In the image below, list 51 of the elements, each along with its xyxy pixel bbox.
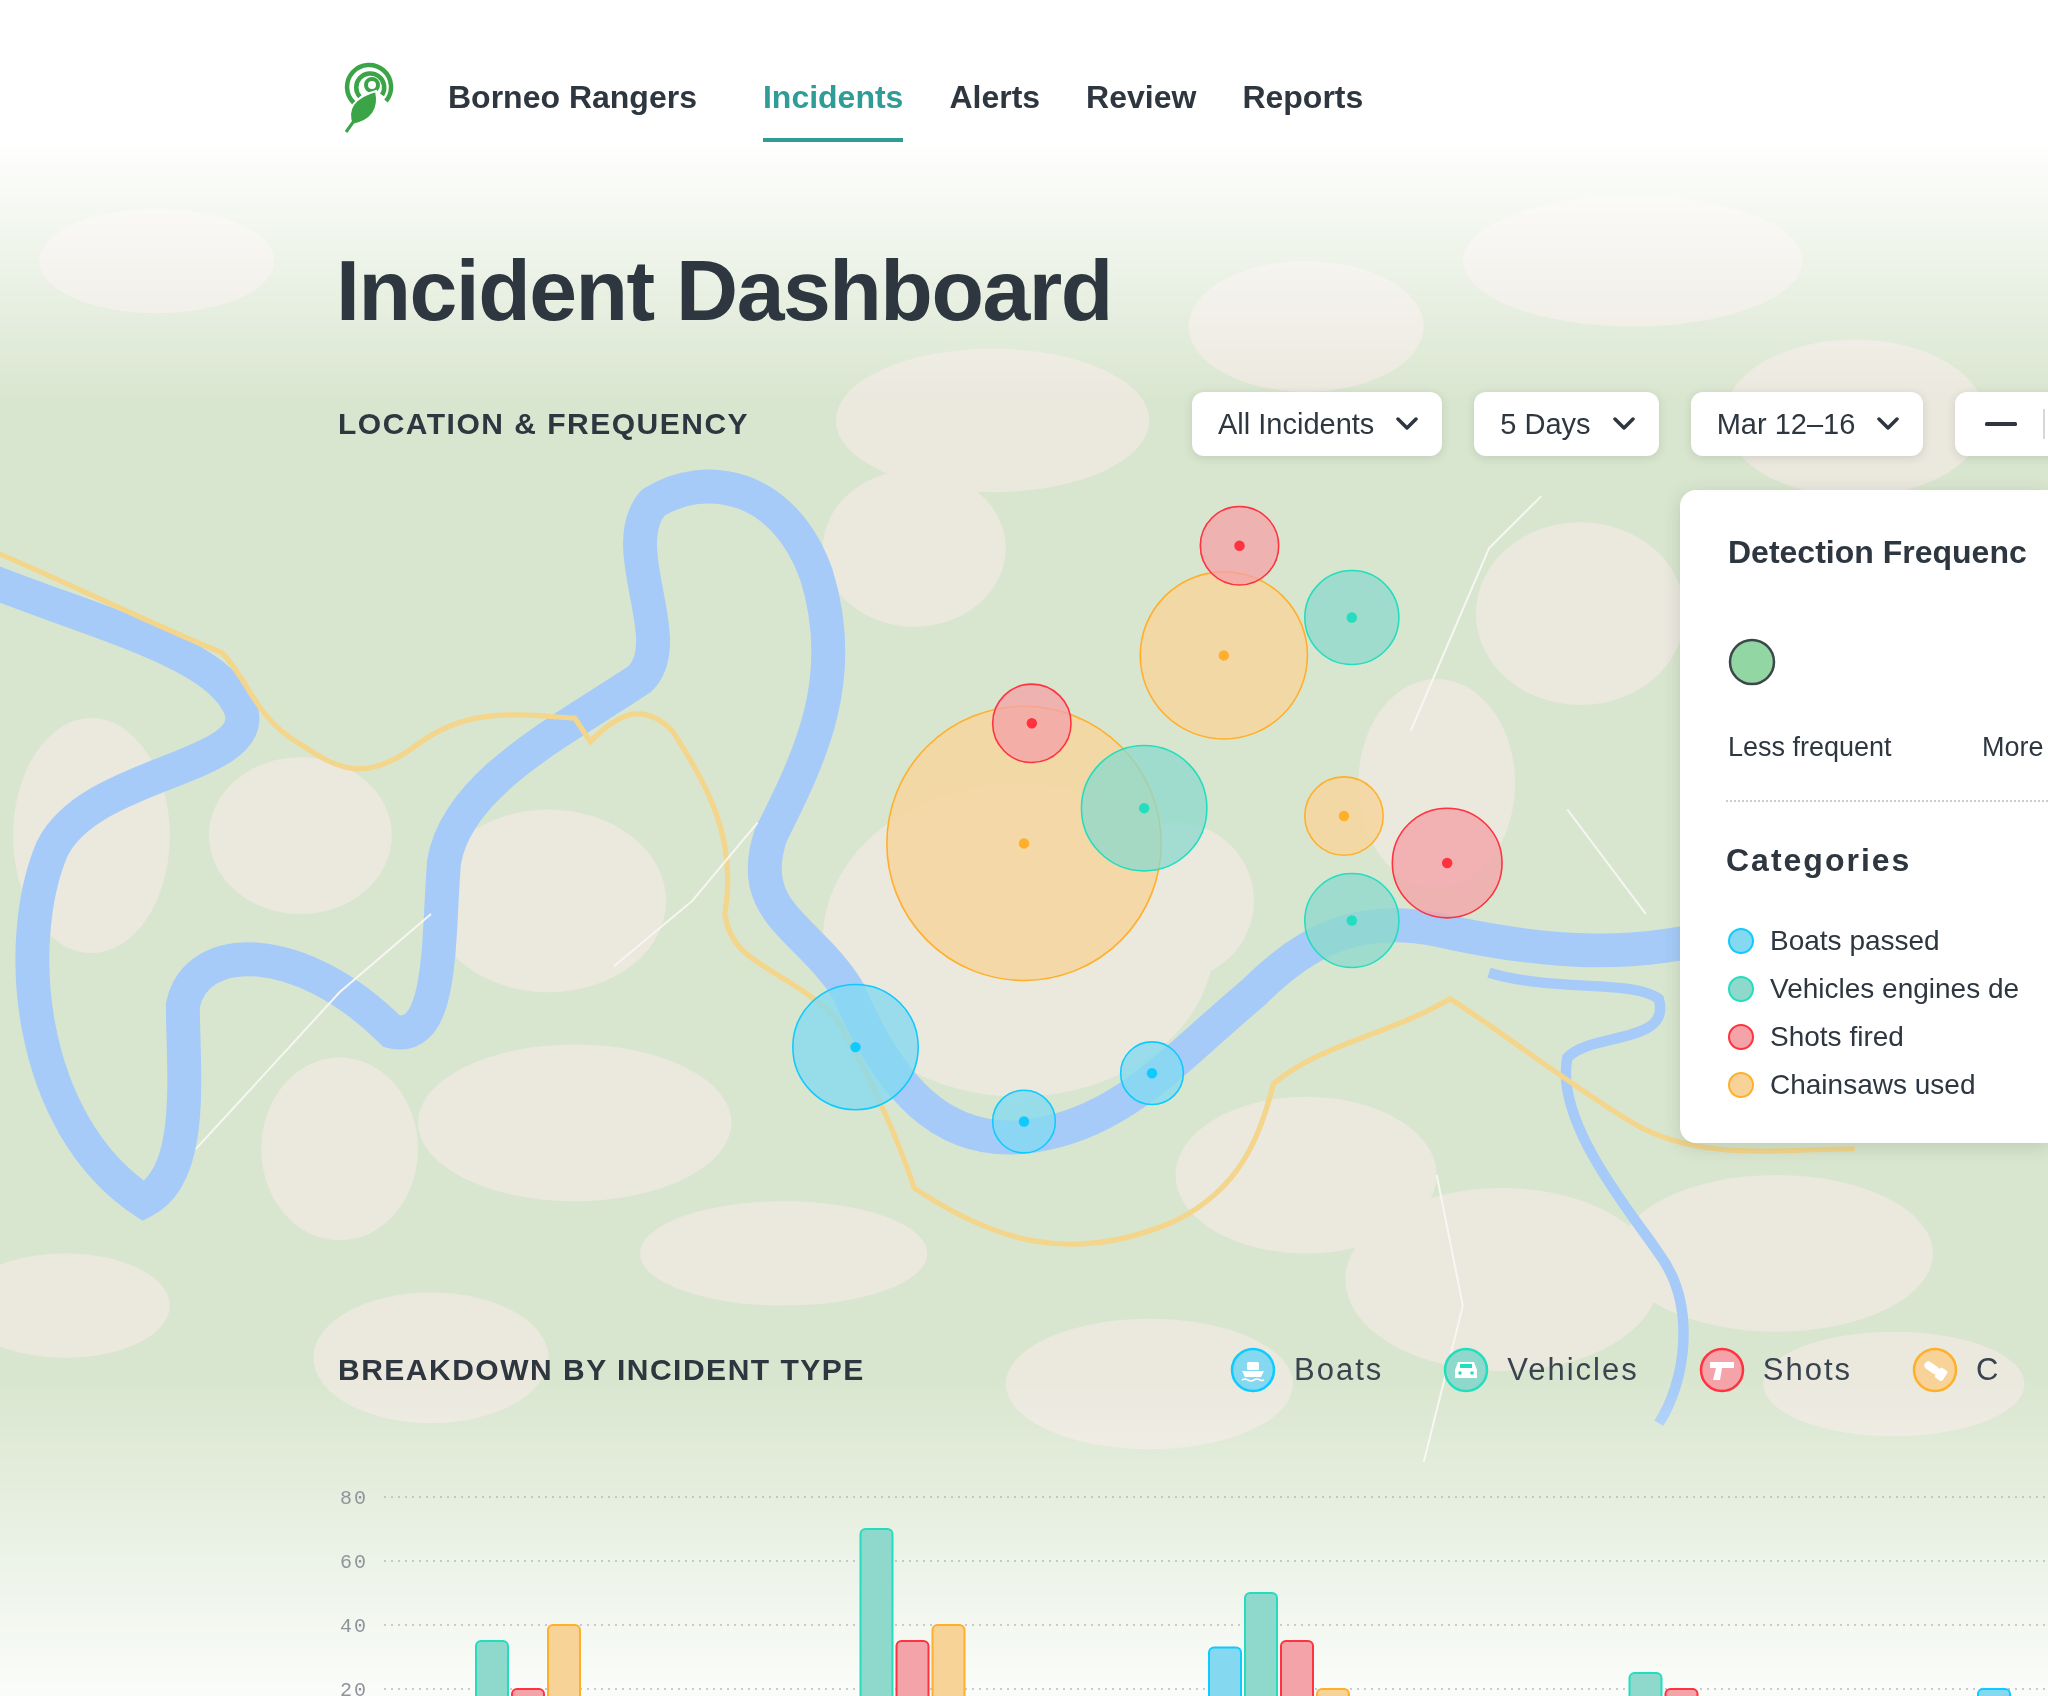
incident-marker[interactable] — [1080, 744, 1208, 872]
category-label: Chainsaws used — [1770, 1068, 1976, 1102]
nav-tab[interactable]: Review — [1086, 77, 1197, 142]
minus-icon — [1985, 422, 2018, 426]
legend-label: Shots — [1762, 1351, 1853, 1389]
incident-marker[interactable] — [1304, 776, 1384, 856]
category-label: Vehicles engines de — [1770, 972, 2020, 1006]
incident-marker[interactable] — [991, 683, 1072, 764]
page-title: Incident Dashboard — [336, 247, 1112, 333]
legend-heading: Categories — [1726, 841, 1913, 880]
chart-bar — [931, 1624, 966, 1696]
chevron-down-icon — [1877, 417, 1900, 431]
legend-label: Vehicles — [1507, 1351, 1639, 1389]
chart-bar — [547, 1624, 581, 1696]
chevron-down-icon — [1396, 417, 1419, 431]
nav-tab[interactable]: Alerts — [949, 77, 1041, 142]
chart-bar — [1208, 1646, 1242, 1696]
axis-label: 20 — [340, 1679, 368, 1696]
incident-marker[interactable] — [1119, 1041, 1185, 1106]
legend-title: Detection Frequenc — [1728, 533, 2028, 572]
category-label: Shots fired — [1770, 1020, 1904, 1054]
category-label: Boats passed — [1770, 924, 1940, 958]
incident-marker[interactable] — [1304, 569, 1400, 666]
chart-bar — [1977, 1688, 2011, 1696]
chart-bar — [511, 1688, 545, 1696]
chart-bar — [1280, 1640, 1314, 1696]
axis-label: 40 — [340, 1615, 368, 1638]
section-heading: BREAKDOWN BY INCIDENT TYPE — [338, 1353, 866, 1387]
legend-label: C — [1976, 1351, 2001, 1389]
legend-label: Boats — [1294, 1351, 1384, 1389]
axis-label: 60 — [340, 1551, 368, 1574]
incident-marker[interactable] — [1304, 872, 1400, 969]
chart-bar — [475, 1640, 509, 1696]
chart-bar — [1316, 1688, 1350, 1696]
filter-dropdown[interactable]: All Incidents — [1192, 392, 1443, 456]
incident-marker[interactable] — [1139, 571, 1309, 740]
incident-marker[interactable] — [1391, 807, 1503, 919]
incident-marker[interactable] — [792, 983, 919, 1111]
scale-label: More — [1982, 731, 2044, 764]
filter-dropdown[interactable]: Mar 12–16 — [1690, 392, 1924, 456]
section-heading: LOCATION & FREQUENCY — [338, 407, 751, 441]
frequency-circle-icon — [1728, 638, 1776, 686]
axis-label: 80 — [340, 1487, 368, 1510]
leaf-logo-icon — [342, 61, 394, 133]
brand-name: Borneo Rangers — [448, 78, 697, 117]
scale-label: Less frequent — [1728, 731, 1893, 764]
incident-marker[interactable] — [991, 1089, 1057, 1154]
chevron-down-icon — [1612, 417, 1635, 431]
nav-tab[interactable]: Reports — [1242, 77, 1364, 142]
incident-marker[interactable] — [1199, 505, 1280, 586]
filter-dropdown[interactable]: 5 Days — [1474, 392, 1659, 456]
